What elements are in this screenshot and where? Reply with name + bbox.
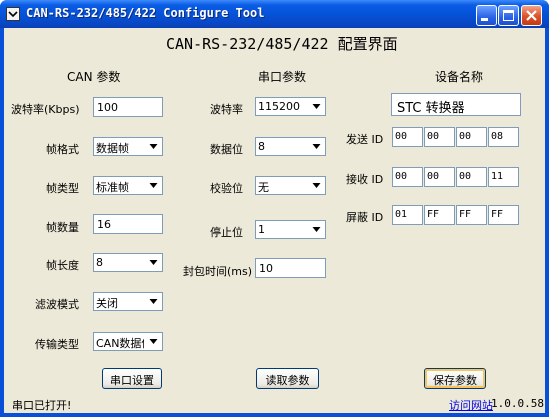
maximize-button[interactable] bbox=[498, 5, 519, 26]
device-name-heading: 设备名称 bbox=[435, 70, 484, 84]
website-link[interactable]: 访问网站 bbox=[449, 397, 493, 413]
frame-format-value: 数据帧 bbox=[96, 142, 129, 155]
save-params-button[interactable]: 保存参数 bbox=[424, 368, 486, 389]
send-id-byte-1[interactable]: 00 bbox=[392, 127, 423, 147]
filter-mode-value: 关闭 bbox=[96, 297, 118, 310]
stop-bits-value: 1 bbox=[258, 223, 265, 236]
chevron-down-icon[interactable] bbox=[309, 222, 324, 237]
parity-value: 无 bbox=[258, 181, 269, 194]
mask-id-byte-3[interactable]: FF bbox=[456, 205, 487, 225]
mask-id-byte-2[interactable]: FF bbox=[424, 205, 455, 225]
send-id-byte-2[interactable]: 00 bbox=[424, 127, 455, 147]
device-name-input[interactable]: STC 转换器 bbox=[391, 93, 521, 116]
minimize-button[interactable] bbox=[476, 5, 497, 26]
frame-count-label: 帧数量 bbox=[46, 221, 79, 234]
chevron-down-icon[interactable] bbox=[309, 99, 324, 114]
frame-type-select[interactable]: 标准帧 bbox=[93, 176, 163, 195]
serial-baud-label: 波特率 bbox=[210, 103, 243, 116]
packet-time-input[interactable]: 10 bbox=[255, 258, 326, 278]
read-params-button[interactable]: 读取参数 bbox=[256, 368, 319, 389]
app-icon bbox=[6, 7, 20, 21]
can-params-heading: CAN 参数 bbox=[67, 70, 121, 84]
frame-length-select[interactable]: 8 bbox=[93, 253, 163, 272]
recv-id-label: 接收 ID bbox=[346, 173, 384, 186]
recv-id-byte-1[interactable]: 00 bbox=[392, 167, 423, 187]
chevron-down-icon[interactable] bbox=[146, 334, 161, 349]
data-bits-label: 数据位 bbox=[210, 143, 243, 156]
packet-time-label: 封包时间(ms) bbox=[183, 265, 253, 278]
frame-type-label: 帧类型 bbox=[46, 182, 79, 195]
app-window: CAN-RS-232/485/422 Configure Tool CAN-RS… bbox=[0, 0, 549, 417]
close-icon bbox=[526, 10, 537, 21]
parity-label: 校验位 bbox=[210, 182, 243, 195]
close-button[interactable] bbox=[521, 5, 542, 26]
serial-baud-select[interactable]: 115200 bbox=[255, 97, 326, 116]
serial-params-heading: 串口参数 bbox=[258, 70, 307, 84]
minimize-icon bbox=[481, 18, 488, 21]
frame-count-input[interactable]: 16 bbox=[93, 214, 163, 234]
chevron-down-icon[interactable] bbox=[309, 139, 324, 154]
filter-mode-select[interactable]: 关闭 bbox=[93, 292, 163, 311]
transfer-type-label: 传输类型 bbox=[35, 338, 79, 351]
maximize-icon bbox=[503, 10, 514, 21]
mask-id-label: 屏蔽 ID bbox=[346, 211, 384, 224]
version-label: 1.0.0.58 bbox=[491, 397, 544, 410]
can-baud-label: 波特率(Kbps) bbox=[11, 103, 80, 116]
send-id-label: 发送 ID bbox=[346, 133, 384, 146]
chevron-down-icon[interactable] bbox=[146, 255, 161, 270]
status-text: 串口已打开! bbox=[12, 399, 72, 412]
stop-bits-label: 停止位 bbox=[210, 226, 243, 239]
transfer-type-value: CAN数据传 bbox=[96, 337, 144, 350]
recv-id-byte-4[interactable]: 11 bbox=[488, 167, 519, 187]
mask-id-byte-1[interactable]: 01 bbox=[392, 205, 423, 225]
chevron-down-icon[interactable] bbox=[309, 178, 324, 193]
filter-mode-label: 滤波模式 bbox=[35, 298, 79, 311]
window-frame-bottom bbox=[0, 413, 549, 417]
recv-id-byte-2[interactable]: 00 bbox=[424, 167, 455, 187]
mask-id-byte-4[interactable]: FF bbox=[488, 205, 519, 225]
can-baud-input[interactable]: 100 bbox=[93, 97, 163, 117]
frame-type-value: 标准帧 bbox=[96, 181, 129, 194]
recv-id-byte-3[interactable]: 00 bbox=[456, 167, 487, 187]
frame-format-select[interactable]: 数据帧 bbox=[93, 137, 163, 156]
stop-bits-select[interactable]: 1 bbox=[255, 220, 326, 239]
frame-length-value: 8 bbox=[96, 256, 103, 269]
transfer-type-select[interactable]: CAN数据传 bbox=[93, 332, 163, 351]
frame-format-label: 帧格式 bbox=[46, 143, 79, 156]
serial-baud-value: 115200 bbox=[258, 100, 300, 113]
window-title: CAN-RS-232/485/422 Configure Tool bbox=[26, 6, 265, 20]
send-id-byte-3[interactable]: 00 bbox=[456, 127, 487, 147]
chevron-down-icon[interactable] bbox=[146, 139, 161, 154]
frame-length-label: 帧长度 bbox=[46, 259, 79, 272]
data-bits-value: 8 bbox=[258, 140, 265, 153]
send-id-byte-4[interactable]: 08 bbox=[488, 127, 519, 147]
data-bits-select[interactable]: 8 bbox=[255, 137, 326, 156]
chevron-down-icon[interactable] bbox=[146, 178, 161, 193]
page-title: CAN-RS-232/485/422 配置界面 bbox=[166, 35, 398, 53]
title-bar[interactable]: CAN-RS-232/485/422 Configure Tool bbox=[0, 0, 549, 28]
chevron-down-icon[interactable] bbox=[146, 294, 161, 309]
parity-select[interactable]: 无 bbox=[255, 176, 326, 195]
serial-settings-button[interactable]: 串口设置 bbox=[102, 368, 162, 389]
